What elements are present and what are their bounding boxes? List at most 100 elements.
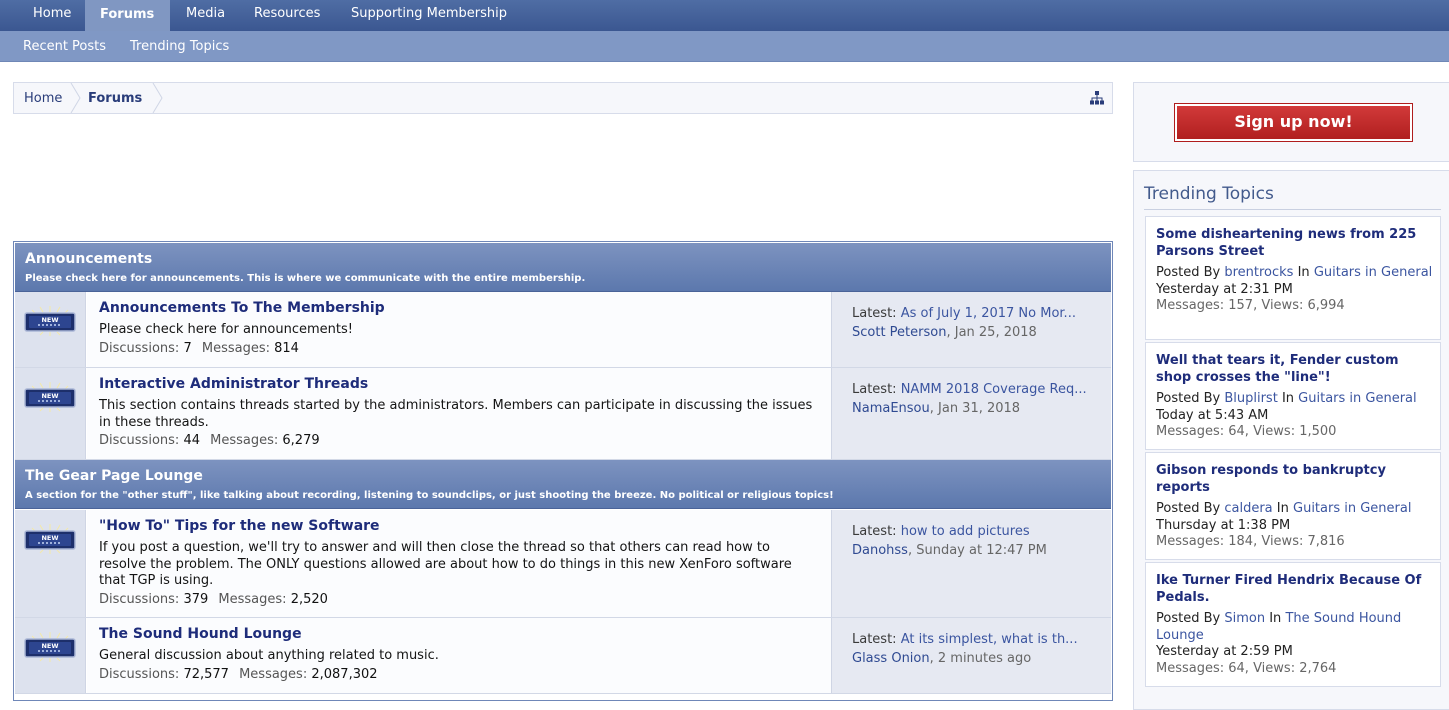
trending-item: Some disheartening news from 225 Parsons…	[1145, 216, 1441, 340]
forum-title-link[interactable]: "How To" Tips for the new Software	[99, 518, 380, 534]
sitemap-icon[interactable]	[1090, 91, 1104, 105]
latest-user-link[interactable]: Scott Peterson	[852, 325, 946, 340]
sub-nav: Recent Posts Trending Topics	[0, 31, 1449, 62]
messages-label: Messages:	[201, 341, 270, 356]
signup-button[interactable]: Sign up now!	[1174, 103, 1413, 142]
latest-label: Latest:	[852, 632, 897, 647]
divider	[1144, 209, 1441, 210]
in-label: In	[1281, 391, 1295, 406]
nav-tab-home[interactable]: Home	[18, 0, 86, 31]
nav-tab-forums[interactable]: Forums	[85, 0, 170, 32]
breadcrumb-arrow-icon	[70, 83, 81, 113]
trending-forum-link[interactable]: Guitars in General	[1293, 501, 1411, 516]
category-description: Please check here for announcements. Thi…	[25, 273, 586, 284]
new-posts-icon[interactable]: NEW	[23, 632, 77, 662]
messages-label: Messages:	[210, 433, 279, 448]
latest-label: Latest:	[852, 382, 897, 397]
forum-title-link[interactable]: Interactive Administrator Threads	[99, 376, 368, 392]
subnav-trending-topics[interactable]: Trending Topics	[130, 31, 229, 63]
discussions-count: 72,577	[183, 667, 229, 682]
forum-stats: Discussions: 7 Messages: 814	[99, 341, 305, 356]
trending-thread-link[interactable]: Gibson responds to bankruptcy reports	[1156, 463, 1436, 496]
messages-label: Messages:	[239, 667, 308, 682]
latest-post: Latest: As of July 1, 2017 No Mor...	[852, 306, 1102, 321]
forum-icon-cell: NEW	[15, 368, 86, 459]
latest-thread-link[interactable]: At its simplest, what is th...	[901, 632, 1078, 647]
trending-thread-link[interactable]: Well that tears it, Fender custom shop c…	[1156, 353, 1436, 386]
messages-count: 6,279	[282, 433, 320, 448]
new-posts-icon[interactable]: NEW	[23, 382, 77, 412]
forum-icon-cell: NEW	[15, 292, 86, 367]
messages-count: 814	[274, 341, 299, 356]
breadcrumb-home[interactable]: Home	[24, 83, 62, 113]
trending-stats: Messages: 184, Views: 7,816	[1156, 534, 1345, 549]
latest-date: , Jan 25, 2018	[946, 325, 1037, 340]
forum-row: NEW "How To" Tips for the new Software I…	[15, 510, 1111, 618]
latest-thread-link[interactable]: NAMM 2018 Coverage Req...	[901, 382, 1087, 397]
trending-meta: Posted By brentrocks In Guitars in Gener…	[1156, 265, 1436, 315]
category-title[interactable]: The Gear Page Lounge	[25, 468, 203, 484]
posted-by-label: Posted By	[1156, 265, 1221, 280]
trending-forum-link[interactable]: Guitars in General	[1298, 391, 1416, 406]
latest-thread-link[interactable]: As of July 1, 2017 No Mor...	[901, 306, 1076, 321]
latest-date: , Jan 31, 2018	[929, 401, 1021, 416]
category-title[interactable]: Announcements	[25, 251, 152, 267]
latest-thread-link[interactable]: how to add pictures	[901, 524, 1030, 539]
latest-user-link[interactable]: Glass Onion	[852, 651, 930, 666]
breadcrumb-forums[interactable]: Forums	[88, 83, 142, 113]
svg-text:NEW: NEW	[41, 534, 58, 542]
trending-thread-link[interactable]: Ike Turner Fired Hendrix Because Of Peda…	[1156, 573, 1436, 606]
posted-by-label: Posted By	[1156, 391, 1221, 406]
main-nav: Home Forums Media Resources Supporting M…	[0, 0, 1449, 32]
trending-time: Today at 5:43 AM	[1156, 407, 1269, 423]
trending-user-link[interactable]: Simon	[1224, 611, 1265, 626]
svg-text:NEW: NEW	[41, 392, 58, 400]
trending-meta: Posted By Simon In The Sound Hound Loung…	[1156, 611, 1436, 677]
discussions-label: Discussions:	[99, 341, 180, 356]
latest-user-link[interactable]: NamaEnsou	[852, 401, 930, 416]
nav-tab-resources[interactable]: Resources	[239, 0, 335, 31]
trending-forum-link[interactable]: Guitars in General	[1314, 265, 1432, 280]
trending-thread-link[interactable]: Some disheartening news from 225 Parsons…	[1156, 227, 1436, 260]
new-posts-icon[interactable]: NEW	[23, 306, 77, 336]
forum-description: If you post a question, we'll try to ans…	[99, 540, 792, 588]
latest-meta: Glass Onion, 2 minutes ago	[852, 651, 1031, 666]
trending-time: Yesterday at 2:31 PM	[1156, 281, 1293, 297]
trending-stats: Messages: 64, Views: 2,764	[1156, 660, 1337, 676]
in-label: In	[1276, 501, 1289, 516]
forum-title-link[interactable]: Announcements To The Membership	[99, 300, 385, 316]
svg-text:NEW: NEW	[41, 642, 58, 650]
forum-latest-cell: Latest: At its simplest, what is th... G…	[831, 618, 1111, 693]
forum-title-link[interactable]: The Sound Hound Lounge	[99, 626, 302, 642]
forum-main-cell: "How To" Tips for the new Software If yo…	[87, 510, 831, 617]
messages-count: 2,520	[290, 592, 328, 607]
trending-user-link[interactable]: brentrocks	[1224, 265, 1293, 280]
new-posts-icon[interactable]: NEW	[23, 524, 77, 554]
trending-meta: Posted By Bluplirst In Guitars in Genera…	[1156, 391, 1436, 441]
latest-user-link[interactable]: Danohss	[852, 543, 908, 558]
forum-description: This section contains threads started by…	[99, 398, 813, 430]
category-header-gear-page-lounge[interactable]: The Gear Page Lounge A section for the "…	[15, 460, 1111, 509]
subnav-recent-posts[interactable]: Recent Posts	[23, 31, 106, 63]
trending-item: Ike Turner Fired Hendrix Because Of Peda…	[1145, 562, 1441, 687]
posted-by-label: Posted By	[1156, 501, 1221, 516]
breadcrumb-arrow-icon	[152, 83, 163, 113]
discussions-count: 44	[183, 433, 200, 448]
trending-topics-title: Trending Topics	[1144, 184, 1274, 204]
trending-item: Gibson responds to bankruptcy reports Po…	[1145, 452, 1441, 560]
discussions-count: 379	[183, 592, 209, 607]
trending-user-link[interactable]: Bluplirst	[1224, 391, 1277, 406]
breadcrumb: Home Forums	[13, 82, 1113, 114]
trending-topics-panel: Trending Topics Some disheartening news …	[1133, 170, 1449, 710]
nav-tab-supporting-membership[interactable]: Supporting Membership	[336, 0, 522, 31]
nav-tab-media[interactable]: Media	[171, 0, 240, 31]
forum-description: General discussion about anything relate…	[99, 648, 439, 663]
latest-label: Latest:	[852, 524, 897, 539]
forum-list: Announcements Please check here for anno…	[13, 241, 1113, 701]
trending-user-link[interactable]: caldera	[1224, 501, 1272, 516]
discussions-label: Discussions:	[99, 667, 180, 682]
forum-stats: Discussions: 379 Messages: 2,520	[99, 592, 334, 607]
latest-meta: Scott Peterson, Jan 25, 2018	[852, 325, 1037, 340]
category-header-announcements[interactable]: Announcements Please check here for anno…	[15, 243, 1111, 292]
forum-latest-cell: Latest: NAMM 2018 Coverage Req... NamaEn…	[831, 368, 1111, 459]
